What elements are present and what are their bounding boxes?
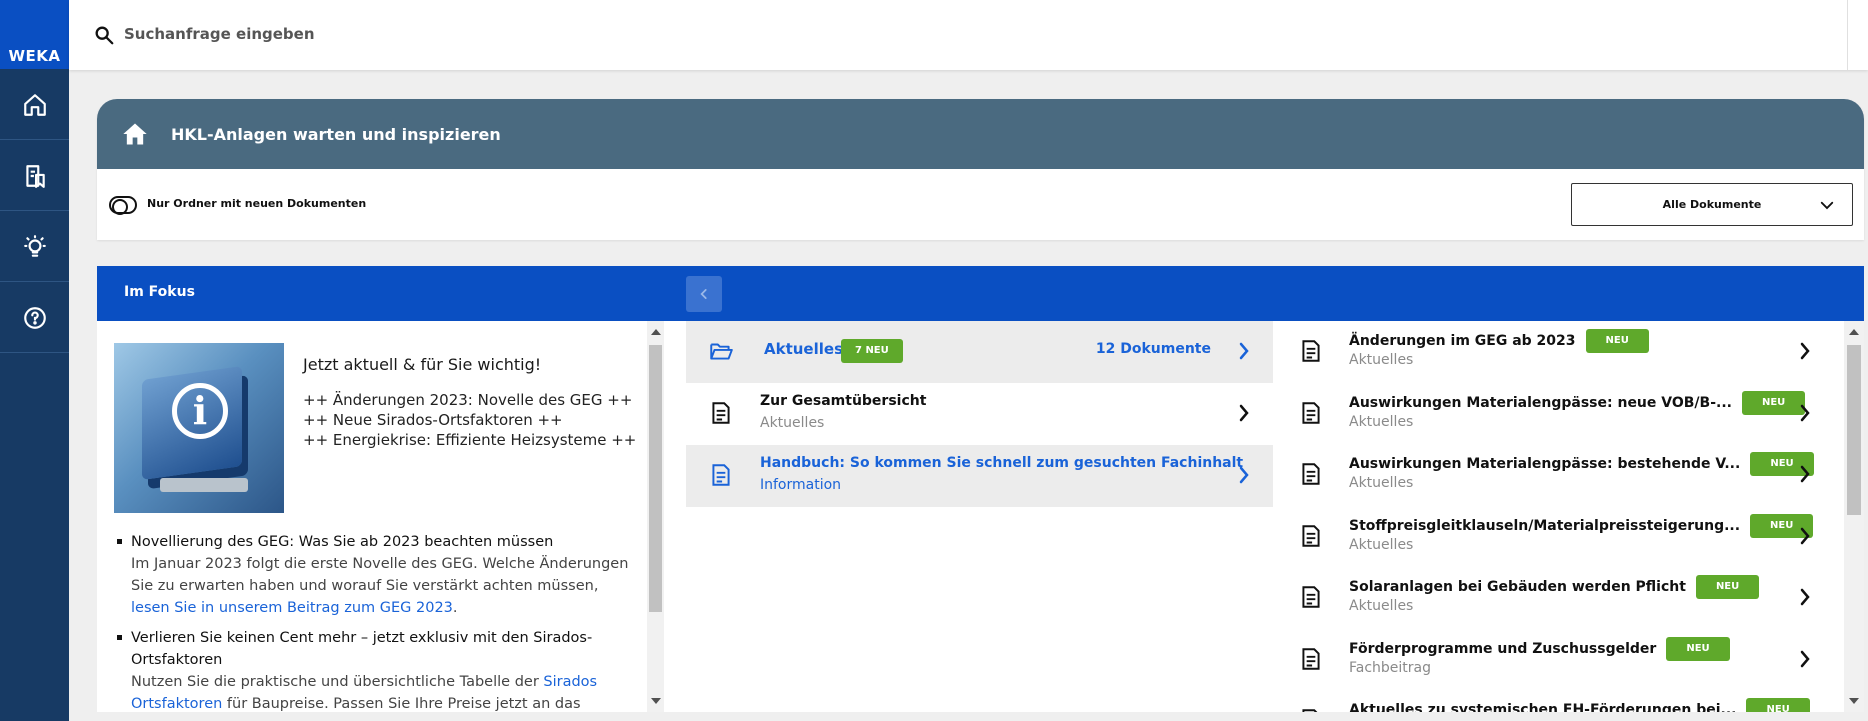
sidebar-item-home[interactable] <box>0 70 69 140</box>
chevron-left-icon <box>700 289 707 299</box>
folder-home-icon[interactable] <box>121 120 149 148</box>
chevron-right-icon <box>1239 404 1249 422</box>
sidebar: WEKA <box>0 0 69 721</box>
search-input[interactable] <box>124 20 724 48</box>
article-scrollbar[interactable] <box>647 321 664 712</box>
list-item[interactable]: Handbuch: So kommen Sie schnell zum gesu… <box>686 445 1273 507</box>
fokus-panel: Im Fokus i Jetzt aktuell & für Sie wicht… <box>97 266 1864 712</box>
folder-row-aktuelles[interactable]: Aktuelles 7 NEU 12 Dokumente <box>686 321 1273 383</box>
logo-text: WEKA <box>8 47 61 65</box>
document-icon <box>712 464 730 486</box>
article-bullets: Novellierung des GEG: Was Sie ab 2023 be… <box>117 531 632 712</box>
document-icon <box>712 402 730 424</box>
fokus-article: i Jetzt aktuell & für Sie wichtig! ++ Än… <box>97 321 647 712</box>
new-badge: NEU <box>1741 390 1806 415</box>
previous-button[interactable] <box>686 276 722 312</box>
document-list: Änderungen im GEG ab 2023 NEU Aktuelles A… <box>1289 321 1844 712</box>
document-bookmark-icon <box>25 164 45 188</box>
list-item[interactable]: Änderungen im GEG ab 2023 NEU Aktuelles <box>1289 321 1844 383</box>
help-icon <box>23 306 46 329</box>
list-item[interactable]: Zur Gesamtübersicht Aktuelles <box>686 383 1273 445</box>
list-item[interactable]: Aktuelles zu systemischen EH-Förderungen… <box>1289 690 1844 712</box>
list-item: Novellierung des GEG: Was Sie ab 2023 be… <box>117 531 632 619</box>
document-count: 12 Dokumente <box>1095 341 1211 357</box>
sidebar-item-help[interactable] <box>0 283 69 353</box>
new-badge: NEU <box>1585 329 1649 353</box>
fokus-title: Im Fokus <box>124 284 195 300</box>
list-item[interactable]: Auswirkungen Materialengpässe: bestehend… <box>1289 444 1844 506</box>
topbar-divider <box>1847 0 1848 70</box>
chevron-right-icon <box>1800 465 1810 483</box>
new-badge: 7 NEU <box>841 339 903 363</box>
folder-title: HKL-Anlagen warten und inspizieren <box>171 124 501 144</box>
document-filter-select[interactable]: Alle Dokumente <box>1571 183 1853 226</box>
document-icon <box>1302 401 1320 424</box>
list-item: Verlieren Sie keinen Cent mehr – jetzt e… <box>117 627 632 712</box>
document-icon <box>1302 586 1320 608</box>
chevron-right-icon <box>1239 342 1249 360</box>
folder-card: HKL-Anlagen warten und inspizieren Nur O… <box>97 99 1864 240</box>
list-item[interactable]: Solaranlagen bei Gebäuden werden Pflicht… <box>1289 567 1844 629</box>
article-title: Jetzt aktuell & für Sie wichtig! <box>303 355 542 374</box>
article-intro: ++ Änderungen 2023: Novelle des GEG ++ +… <box>303 391 637 449</box>
toggle-label: Nur Ordner mit neuen Dokumenten <box>147 197 367 210</box>
folder-header: HKL-Anlagen warten und inspizieren <box>97 99 1864 169</box>
chevron-right-icon <box>1800 588 1810 606</box>
top-bar <box>69 0 1868 70</box>
new-badge: NEU <box>1666 636 1730 661</box>
search-icon[interactable] <box>93 24 115 46</box>
chevron-right-icon <box>1239 466 1249 484</box>
chevron-down-icon <box>1820 201 1834 210</box>
new-documents-toggle[interactable] <box>109 196 137 215</box>
info-icon: i <box>172 383 228 439</box>
info-image: i <box>114 343 284 513</box>
document-icon <box>1302 709 1318 712</box>
document-icon <box>1302 463 1320 485</box>
lightbulb-icon <box>23 234 46 257</box>
home-icon <box>23 93 46 116</box>
new-badge: NEU <box>1695 575 1760 599</box>
chevron-right-icon <box>1800 650 1810 667</box>
list-item[interactable]: Auswirkungen Materialengpässe: neue VOB/… <box>1289 383 1844 445</box>
document-icon <box>1302 340 1320 362</box>
geg-article-link[interactable]: lesen Sie in unserem Beitrag zum GEG 202… <box>131 600 453 616</box>
list-item[interactable]: Stoffpreisgleitklauseln/Materialpreisste… <box>1289 506 1844 568</box>
document-list-scrollbar[interactable] <box>1844 321 1864 712</box>
document-icon <box>1302 647 1320 670</box>
folder-list: Aktuelles 7 NEU 12 Dokumente Zur Gesamtü… <box>686 321 1273 507</box>
fokus-header: Im Fokus <box>97 266 1864 321</box>
chevron-right-icon <box>1800 527 1810 544</box>
chevron-right-icon <box>1800 342 1810 360</box>
chevron-right-icon <box>1800 404 1810 421</box>
weka-logo[interactable]: WEKA <box>0 0 69 69</box>
list-item[interactable]: Förderprogramme und Zuschussgelder NEU Fa… <box>1289 629 1844 691</box>
folder-open-icon <box>710 343 733 360</box>
select-value: Alle Dokumente <box>1662 198 1762 211</box>
sidebar-item-ideas[interactable] <box>0 212 69 282</box>
new-badge: NEU <box>1746 698 1810 712</box>
sidebar-item-documents[interactable] <box>0 141 69 211</box>
document-icon <box>1302 524 1320 547</box>
